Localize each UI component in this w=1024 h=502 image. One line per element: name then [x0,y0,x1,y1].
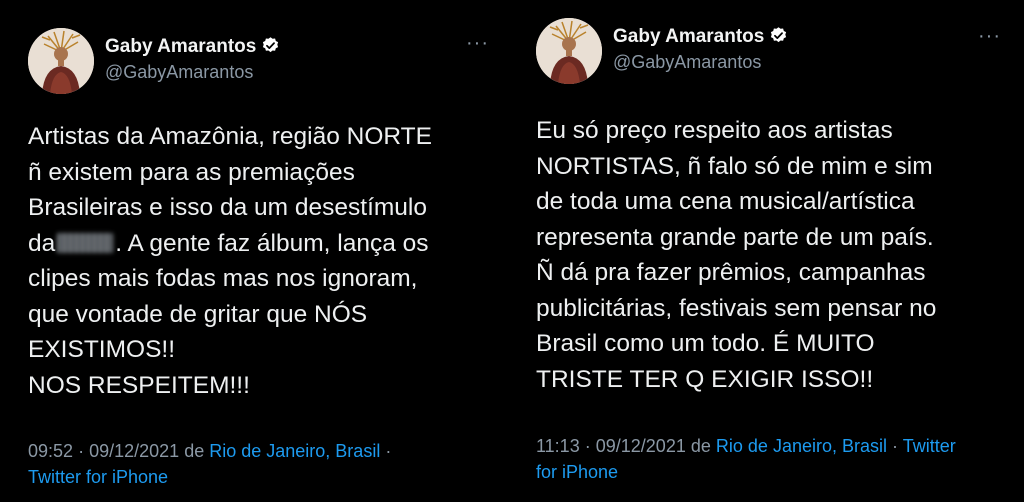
tweet-text: Artistas da Amazônia, região NORTE ñ exi… [28,119,432,403]
censored-word [57,232,114,253]
tweet-text-line: Ñ dá pra fazer prêmios, campanhas [536,259,926,286]
source-link[interactable]: Twitter for iPhone [28,464,391,490]
tweet-text-line: NORTISTAS, ñ falo só de mim e sim [536,152,933,180]
avatar[interactable] [28,28,94,94]
tweet-meta-line: 11:13 · 09/12/2021 de Rio de Janeiro, Br… [536,433,956,459]
tweet-text-line: representa grande parte de um país. [536,223,934,251]
location-link[interactable]: Rio de Janeiro, Brasil [716,436,887,456]
verified-badge-icon [261,36,280,61]
meta-separator: · [584,436,591,456]
tweet-text-line: ñ existem para as premiações [28,158,355,186]
location-link[interactable]: Rio de Janeiro, Brasil [209,441,380,461]
author-name-label: Gaby Amarantos [613,26,765,47]
author-name[interactable]: Gaby Amarantos [105,36,280,61]
tweet-text: Eu só preço respeito aos artistas NORTIS… [536,113,936,397]
source-link[interactable]: Twitter [903,436,956,456]
tweet-date[interactable]: 09/12/2021 [89,441,179,461]
avatar[interactable] [536,18,602,84]
meta-de: de [690,436,711,456]
more-icon[interactable]: ··· [978,26,1001,46]
tweet-card-2: Gaby Amarantos @GabyAmarantos ··· Eu só … [512,0,1024,502]
tweet-text-line: que vontade de gritar que NÓS [28,300,368,328]
tweet-meta: 09:52 · 09/12/2021 de Rio de Janeiro, Br… [28,438,391,490]
tweet-text-line: da . A gente faz álbum, lança os [28,226,432,262]
tweet-text-line: clipes mais fodas mas nos ignoram, [28,265,418,292]
author-handle[interactable]: @GabyAmarantos [105,62,253,83]
author-name-label: Gaby Amarantos [105,36,257,57]
tweet-meta: 11:13 · 09/12/2021 de Rio de Janeiro, Br… [536,433,956,485]
tweet-text-line: Brasileiras e isso da um desestímulo [28,194,427,221]
tweet-text-line: publicitárias, festivais sem pensar no [536,294,937,322]
tweet-text-line: EXISTIMOS!! [28,336,176,363]
tweet-time[interactable]: 09:52 [28,441,73,461]
tweet-meta-line: 09:52 · 09/12/2021 de Rio de Janeiro, Br… [28,438,391,464]
tweet-time[interactable]: 11:13 [536,436,580,456]
tweet-text-fragment: . A gente faz álbum, lança os [115,229,429,257]
more-icon[interactable]: ··· [466,33,489,53]
tweet-card-1: Gaby Amarantos @GabyAmarantos ··· Artist… [0,0,512,502]
meta-de: de [184,441,205,461]
tweet-text-line: de toda uma cena musical/artística [536,188,915,215]
author-handle[interactable]: @GabyAmarantos [613,52,761,73]
meta-separator: · [385,441,392,461]
tweet-text-fragment: da [28,229,56,257]
source-link[interactable]: for iPhone [536,459,956,485]
meta-separator: · [892,436,899,456]
tweet-text-line: Artistas da Amazônia, região NORTE [28,123,432,150]
meta-separator: · [78,441,85,461]
author-name[interactable]: Gaby Amarantos [613,26,788,51]
tweet-text-line: Brasil como um todo. É MUITO [536,330,875,357]
tweet-text-line: NOS RESPEITEM!!! [28,371,250,399]
tweet-text-line: TRISTE TER Q EXIGIR ISSO!! [536,365,874,393]
tweet-date[interactable]: 09/12/2021 [596,436,686,456]
tweet-text-line: Eu só preço respeito aos artistas [536,117,893,144]
verified-badge-icon [769,26,788,51]
